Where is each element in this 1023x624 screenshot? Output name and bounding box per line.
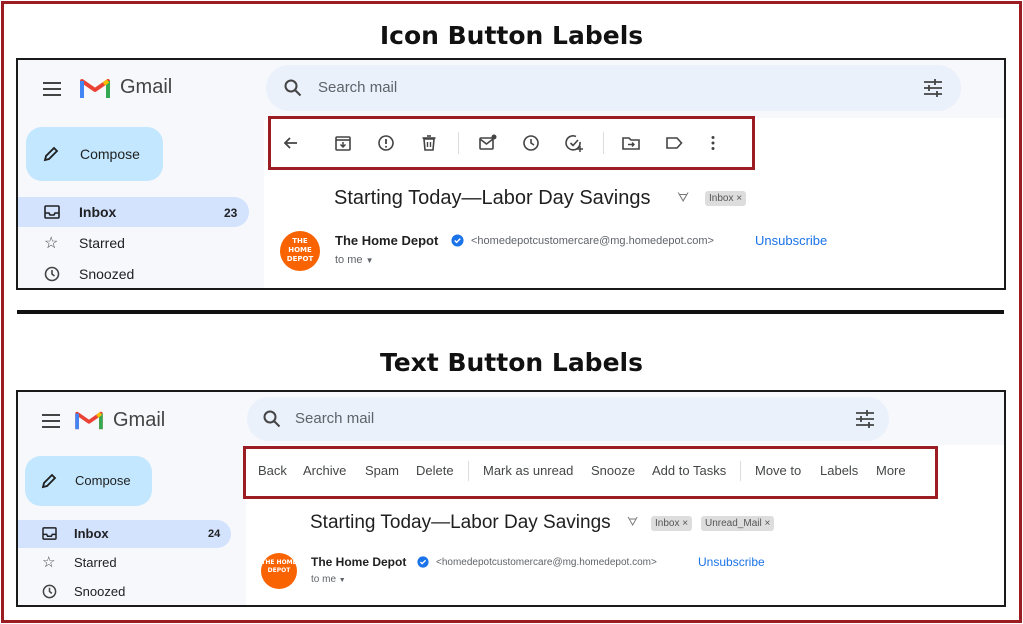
more-vert-icon[interactable] [703,133,723,153]
search-icon[interactable] [284,79,302,97]
move-to-icon[interactable] [621,133,641,153]
sidebar-item-snoozed[interactable]: Snoozed [18,578,231,605]
search-icon[interactable] [263,410,281,428]
more-button[interactable]: More [876,463,906,478]
search-input[interactable]: Search mail [318,79,397,96]
sidebar-item-starred[interactable]: ☆ Starred [18,549,231,577]
back-arrow-icon[interactable] [281,133,301,153]
sender-name: The Home Depot [311,555,407,569]
mark-unread-icon[interactable] [478,133,498,153]
gmail-panel-text: Gmail Search mail Compose Inbox 24 ☆ Sta… [16,390,1006,607]
recipient-details[interactable]: to me ▼ [335,254,374,266]
importance-marker-icon[interactable]: ᗊ [627,515,638,530]
gmail-logo-icon [75,411,103,430]
verified-badge-icon [417,556,429,568]
mark-as-unread-button[interactable]: Mark as unread [483,463,573,478]
app-name: Gmail [120,76,173,98]
add-task-icon[interactable] [564,133,584,153]
toolbar-separator [468,461,469,481]
star-icon: ☆ [44,235,59,252]
sidebar-item-label: Inbox [74,526,109,541]
gmail-logo-icon [80,79,110,98]
delete-button[interactable]: Delete [416,463,454,478]
recipient-details[interactable]: to me ▼ [311,574,346,585]
sender-email: <homedepotcustomercare@mg.homedepot.com> [436,557,657,568]
caret-down-icon: ▼ [365,256,374,265]
archive-icon[interactable] [333,133,353,153]
search-options-icon[interactable] [855,410,875,428]
heading-icon-labels: Icon Button Labels [379,21,644,50]
caret-down-icon: ▼ [338,577,346,584]
sidebar-item-inbox[interactable]: Inbox 24 [18,520,231,548]
sender-name: The Home Depot [335,233,439,248]
move-to-button[interactable]: Move to [755,463,801,478]
inbox-count: 24 [208,528,221,540]
compose-label: Compose [80,146,140,162]
unread-mail-label-chip[interactable]: Unread_Mail × [701,516,775,531]
toolbar-separator [603,132,604,154]
email-subject: Starting Today—Labor Day Savings [334,187,651,209]
delete-icon[interactable] [419,133,439,153]
verified-badge-icon [451,234,464,247]
spam-icon[interactable] [376,133,396,153]
toolbar-separator [458,132,459,154]
label-icon[interactable] [664,133,684,153]
importance-marker-icon[interactable]: ᗊ [677,190,689,206]
clock-icon [44,266,60,282]
snooze-button[interactable]: Snooze [591,463,635,478]
add-to-tasks-button[interactable]: Add to Tasks [652,463,726,478]
to-me-label: to me [335,254,363,266]
inbox-icon [44,205,60,219]
sender-avatar: THE HOME DEPOT [261,553,297,589]
search-bar[interactable]: Search mail [247,397,889,441]
unsubscribe-link[interactable]: Unsubscribe [755,233,827,248]
search-bar[interactable]: Search mail [266,65,961,111]
sender-email: <homedepotcustomercare@mg.homedepot.com> [471,235,714,247]
unsubscribe-link[interactable]: Unsubscribe [698,555,765,569]
compose-label: Compose [75,473,131,488]
sidebar-item-starred[interactable]: ☆ Starred [18,228,249,258]
inbox-count: 23 [224,206,238,220]
sidebar-item-label: Snoozed [79,266,135,282]
sidebar-item-label: Inbox [79,204,117,220]
sender-avatar: THE HOME DEPOT [280,231,320,271]
spam-button[interactable]: Spam [365,463,399,478]
clock-icon [42,584,57,599]
app-name: Gmail [113,409,166,431]
section-divider [17,310,1004,314]
pencil-icon [43,146,59,162]
snooze-icon[interactable] [521,133,541,153]
back-button[interactable]: Back [258,463,287,478]
sidebar-item-label: Snoozed [74,584,126,599]
compose-button[interactable]: Compose [25,456,152,506]
labels-button[interactable]: Labels [820,463,858,478]
compose-button[interactable]: Compose [26,127,163,181]
search-input[interactable]: Search mail [295,410,374,427]
inbox-label-chip[interactable]: Inbox × [705,191,747,206]
main-menu-icon[interactable] [42,414,60,428]
star-icon: ☆ [42,554,56,571]
heading-text-labels: Text Button Labels [379,348,643,377]
main-menu-icon[interactable] [43,82,61,96]
toolbar-separator [740,461,741,481]
email-subject: Starting Today—Labor Day Savings [310,512,611,533]
search-options-icon[interactable] [923,79,943,97]
sidebar-item-label: Starred [74,555,117,570]
sidebar-item-label: Starred [79,235,125,251]
gmail-panel-icons: Gmail Search mail Compose Inbox 23 ☆ Sta… [16,58,1006,290]
to-me-label: to me [311,574,337,585]
sidebar-item-inbox[interactable]: Inbox 23 [18,197,249,227]
inbox-label-chip[interactable]: Inbox × [651,516,693,531]
archive-button[interactable]: Archive [303,463,346,478]
sidebar-item-snoozed[interactable]: Snoozed [18,259,249,288]
pencil-icon [41,473,57,489]
inbox-icon [42,527,57,540]
